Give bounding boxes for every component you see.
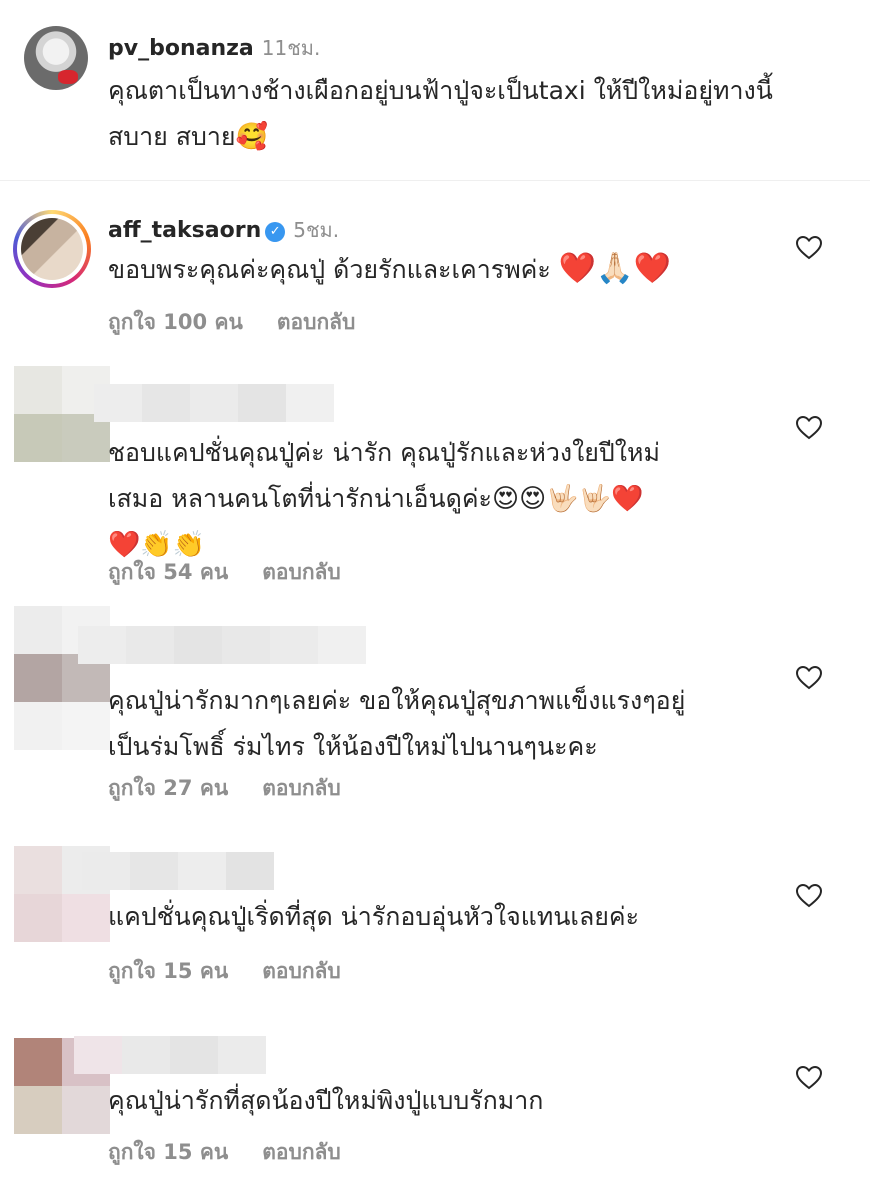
reply-button[interactable]: ตอบกลับ: [262, 1140, 341, 1164]
comment-meta: ถูกใจ 15 คน ตอบกลับ: [108, 955, 341, 988]
comment-line-1: คุณปู่น่ารักมากๆเลยค่ะ ขอให้คุณปู่สุขภาพ…: [108, 686, 686, 715]
caption-line-2: สบาย สบาย: [108, 122, 236, 151]
username-blurred[interactable]: [82, 852, 274, 890]
caption-line-1: คุณตาเป็นทางช้างเผือกอยู่บนฟ้าปู่จะเป็นt…: [108, 76, 773, 105]
heart-outline-icon[interactable]: [796, 1066, 822, 1090]
caption-text: คุณตาเป็นทางช้างเผือกอยู่บนฟ้าปู่จะเป็นt…: [108, 68, 828, 160]
comment-text: ขอบพระคุณค่ะคุณปู่ ด้วยรักและเคารพค่ะ ❤️…: [108, 246, 828, 293]
avatar[interactable]: [13, 210, 91, 288]
comment-text: ชอบแคปชั่นคุณปู่ค่ะ น่ารัก คุณปู่รักและห…: [108, 430, 828, 568]
reply-button[interactable]: ตอบกลับ: [262, 560, 341, 584]
heart-outline-icon[interactable]: [796, 236, 822, 260]
post-caption: pv_bonanza 11ชม. คุณตาเป็นทางช้างเผือกอยู…: [0, 0, 870, 181]
comment-meta: ถูกใจ 100 คน ตอบกลับ: [108, 306, 355, 339]
comment-header: aff_taksaorn ✓ 5ชม.: [108, 214, 339, 246]
heart-outline-icon[interactable]: [796, 884, 822, 908]
username-blurred[interactable]: [94, 384, 334, 422]
comment-meta: ถูกใจ 54 คน ตอบกลับ: [108, 556, 341, 589]
heart-outline-icon[interactable]: [796, 666, 822, 690]
comment-line-2: เสมอ หลานคนโตที่น่ารักน่าเอ็นดูค่ะ: [108, 484, 492, 513]
heart-outline-icon[interactable]: [796, 416, 822, 440]
like-count[interactable]: ถูกใจ 15 คน: [108, 1140, 228, 1164]
reply-button[interactable]: ตอบกลับ: [262, 959, 341, 983]
username[interactable]: pv_bonanza: [108, 36, 254, 61]
comment-text: คุณปู่น่ารักมากๆเลยค่ะ ขอให้คุณปู่สุขภาพ…: [108, 678, 828, 770]
username-blurred[interactable]: [74, 1036, 266, 1074]
comment-meta: ถูกใจ 27 คน ตอบกลับ: [108, 772, 341, 805]
verified-badge-icon: ✓: [265, 222, 286, 242]
comment-text: แคปชั่นคุณปู่เริ่ดที่สุด น่ารักอบอุ่นหัว…: [108, 894, 828, 940]
comment-emojis: ❤️🙏🏻❤️: [558, 251, 671, 286]
like-count[interactable]: ถูกใจ 54 คน: [108, 560, 228, 584]
avatar[interactable]: [24, 26, 88, 90]
comment-line-1: ขอบพระคุณค่ะคุณปู่ ด้วยรักและเคารพค่ะ: [108, 255, 551, 284]
timestamp: 5ชม.: [293, 218, 340, 242]
like-count[interactable]: ถูกใจ 100 คน: [108, 310, 243, 334]
reply-button[interactable]: ตอบกลับ: [262, 776, 341, 800]
username-blurred[interactable]: [78, 626, 366, 664]
caption-header: pv_bonanza 11ชม.: [108, 32, 320, 64]
comment-text: คุณปู่น่ารักที่สุดน้องปีใหม่พิงปู่แบบรัก…: [108, 1078, 828, 1124]
reply-button[interactable]: ตอบกลับ: [277, 310, 356, 334]
avatar-detail: [58, 70, 78, 84]
comment-line-1: ชอบแคปชั่นคุณปู่ค่ะ น่ารัก คุณปู่รักและห…: [108, 438, 660, 467]
comment-line-1: แคปชั่นคุณปู่เริ่ดที่สุด น่ารักอบอุ่นหัว…: [108, 902, 640, 931]
like-count[interactable]: ถูกใจ 27 คน: [108, 776, 228, 800]
comment-meta: ถูกใจ 15 คน ตอบกลับ: [108, 1136, 341, 1169]
username[interactable]: aff_taksaorn: [108, 218, 261, 243]
timestamp: 11ชม.: [261, 36, 321, 60]
caption-emoji: 🥰: [235, 122, 268, 152]
comment-line-1: คุณปู่น่ารักที่สุดน้องปีใหม่พิงปู่แบบรัก…: [108, 1086, 544, 1115]
comment-emojis-line-2: 😍😍🤟🏻🤟🏻❤️: [491, 484, 644, 514]
like-count[interactable]: ถูกใจ 15 คน: [108, 959, 228, 983]
comment-line-2: เป็นร่มโพธิ์ ร่มไทร ให้น้องปีใหม่ไปนานๆน…: [108, 732, 598, 761]
